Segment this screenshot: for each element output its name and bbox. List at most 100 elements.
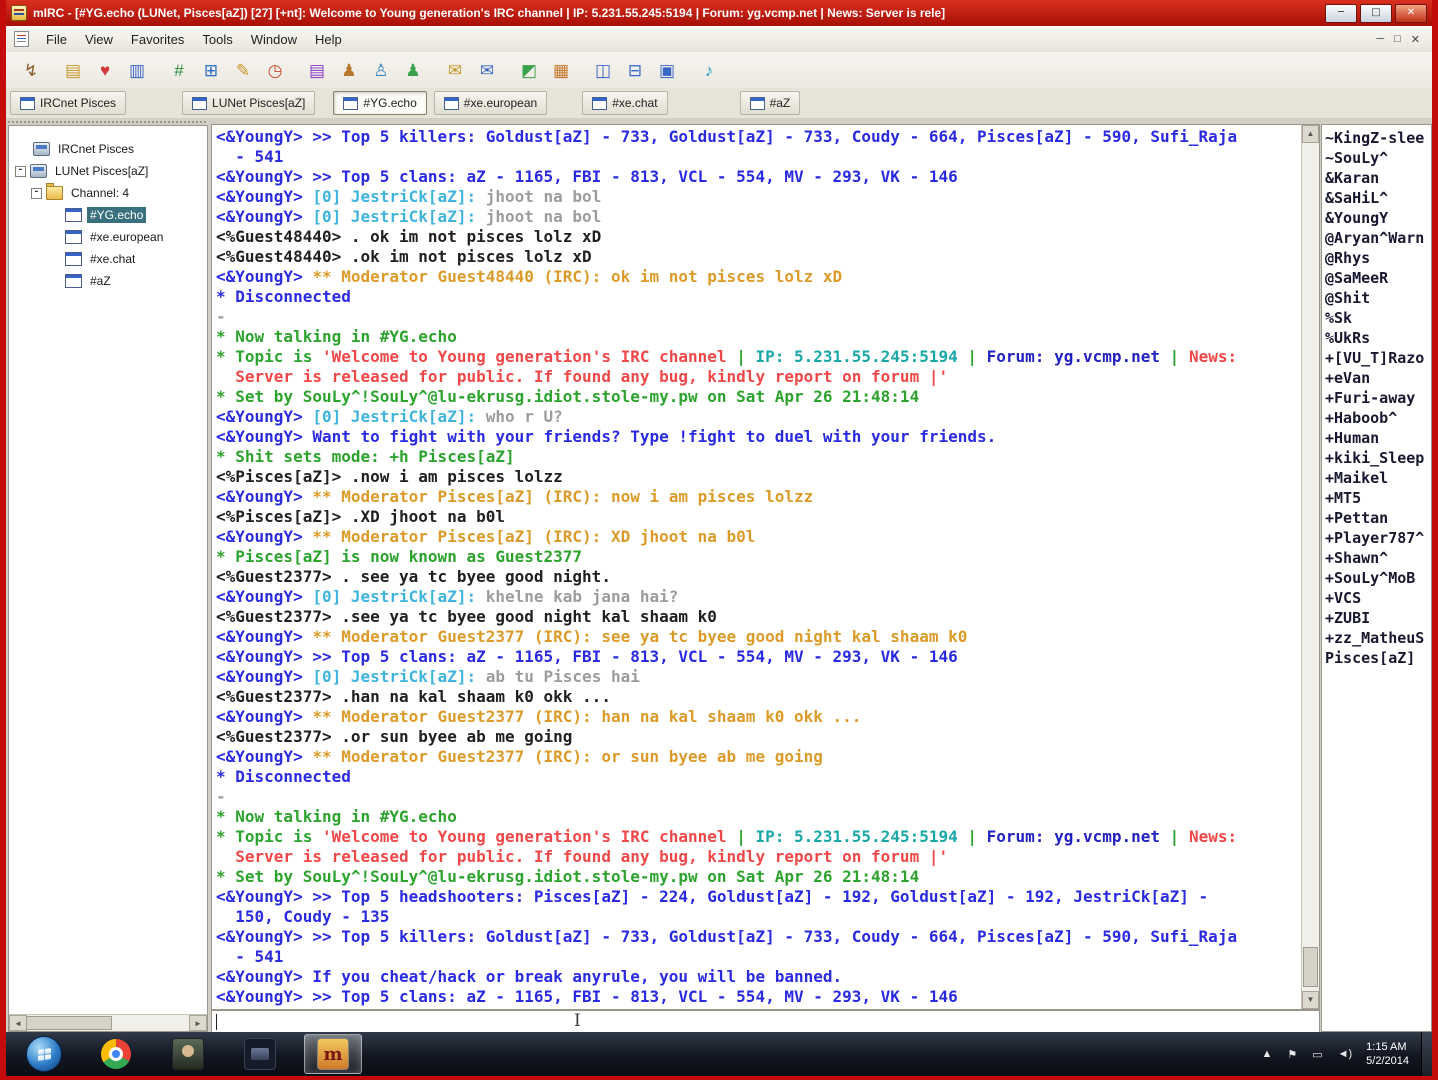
volume-icon[interactable]: ◄) [1338, 1048, 1353, 1060]
chat-log[interactable]: <&YoungY> >> Top 5 killers: Goldust[aZ] … [216, 127, 1299, 1009]
stack-windows-icon[interactable]: ⊟ [622, 57, 648, 83]
scroll-down-button[interactable]: ▼ [1302, 991, 1319, 1009]
dcc-get-icon[interactable]: ✉ [474, 57, 500, 83]
show-desktop-button[interactable] [1421, 1032, 1432, 1076]
scroll-thumb[interactable] [26, 1016, 112, 1030]
chrome-taskbar-button[interactable] [88, 1035, 144, 1073]
mdi-minimize-button[interactable]: ─ [1376, 33, 1384, 46]
mirc-taskbar-button[interactable]: m [304, 1034, 362, 1074]
nicklist-item[interactable]: +Maikel [1325, 468, 1431, 488]
nicklist-item[interactable]: @SaMeeR [1325, 268, 1431, 288]
tree-item-xe-chat[interactable]: #xe.chat [9, 248, 207, 270]
menu-file[interactable]: File [37, 28, 76, 51]
menu-view[interactable]: View [76, 28, 122, 51]
connect-icon[interactable]: ↯ [18, 57, 44, 83]
tray-expand-button[interactable]: ▲ [1261, 1048, 1272, 1060]
close-button[interactable]: ✕ [1395, 3, 1427, 23]
scroll-up-button[interactable]: ▲ [1302, 125, 1319, 143]
tab-xe-european[interactable]: #xe.european [433, 91, 548, 115]
nicklist-item[interactable]: %Sk [1325, 308, 1431, 328]
network-icon[interactable]: ▭ [1312, 1048, 1322, 1061]
tile-windows-icon[interactable]: ◫ [590, 57, 616, 83]
channels-list-icon[interactable]: # [166, 57, 192, 83]
channel-window-icon [192, 96, 208, 110]
tree-item-xe-european[interactable]: #xe.european [9, 226, 207, 248]
scroll-left-button[interactable]: ◄ [9, 1015, 27, 1031]
nicklist-item[interactable]: +MT5 [1325, 488, 1431, 508]
address-book-icon[interactable]: ▤ [304, 57, 330, 83]
tree-item-ircnet-pisces[interactable]: IRCnet Pisces [9, 138, 207, 160]
taskbar-clock[interactable]: 1:15 AM 5/2/2014 [1366, 1040, 1409, 1068]
tree-expander-icon[interactable]: - [15, 165, 26, 177]
chat-line: <&YoungY> >> Top 5 killers: Goldust[aZ] … [216, 127, 1299, 147]
menu-favorites[interactable]: Favorites [122, 28, 193, 51]
nicklist-item[interactable]: &Karan [1325, 168, 1431, 188]
scripts-editor-icon[interactable]: ✎ [230, 57, 256, 83]
restore-button[interactable]: □ [1360, 3, 1392, 23]
timer-icon[interactable]: ◷ [262, 57, 288, 83]
notify-list-icon[interactable]: ♟ [400, 57, 426, 83]
sounds-icon[interactable]: ♪ [696, 57, 722, 83]
tab-lunet-pisces-az[interactable]: LUNet Pisces[aZ] [182, 91, 316, 115]
chat-scrollbar[interactable]: ▲ ▼ [1301, 125, 1319, 1009]
users-icon[interactable]: ♟ [336, 57, 362, 83]
nicklist-item[interactable]: +zz_MatheuS [1325, 628, 1431, 648]
nicklist-item[interactable]: ~SouLy^ [1325, 148, 1431, 168]
tree-expander-icon[interactable]: - [31, 187, 42, 199]
tree-item-az[interactable]: #aZ [9, 270, 207, 292]
scroll-right-button[interactable]: ► [189, 1015, 207, 1031]
mdi-restore-button[interactable]: □ [1394, 33, 1401, 46]
nicklist-item[interactable]: +Haboob^ [1325, 408, 1431, 428]
nicklist-item[interactable]: Pisces[aZ] [1325, 648, 1431, 668]
start-button[interactable] [16, 1035, 72, 1073]
nicklist-item[interactable]: +[VU_T]Razo [1325, 348, 1431, 368]
minimize-button[interactable]: ─ [1325, 3, 1357, 23]
scroll-thumb[interactable] [1303, 947, 1318, 987]
mdi-child-icon[interactable] [14, 31, 29, 47]
nicklist-item[interactable]: +Furi-away [1325, 388, 1431, 408]
message-input[interactable]: I [211, 1010, 1320, 1034]
nicklist-item[interactable]: @Aryan^Warn [1325, 228, 1431, 248]
tree-item-channel-4[interactable]: - Channel: 4 [9, 182, 207, 204]
colors-icon[interactable]: ◩ [516, 57, 542, 83]
tree-item-lunet-pisces-az[interactable]: - LUNet Pisces[aZ] [9, 160, 207, 182]
nicklist-item[interactable]: @Rhys [1325, 248, 1431, 268]
tree-item-yg-echo[interactable]: #YG.echo [9, 204, 207, 226]
nicklist-item[interactable]: +VCS [1325, 588, 1431, 608]
nicklist-item[interactable]: +Shawn^ [1325, 548, 1431, 568]
nicklist-item[interactable]: +SouLy^MoB [1325, 568, 1431, 588]
font-icon[interactable]: ▦ [548, 57, 574, 83]
nicklist-item[interactable]: %UkRs [1325, 328, 1431, 348]
photos-taskbar-button[interactable] [160, 1035, 216, 1073]
tab-az[interactable]: #aZ [739, 91, 801, 115]
dcc-send-icon[interactable]: ✉ [442, 57, 468, 83]
favorites-icon[interactable]: ♥ [92, 57, 118, 83]
monitor-icon[interactable]: ⊞ [198, 57, 224, 83]
clipboard-icon[interactable]: ▥ [124, 57, 150, 83]
nicklist-item[interactable]: +kiki_Sleep [1325, 448, 1431, 468]
tab-yg-echo[interactable]: #YG.echo [333, 91, 427, 115]
nicklist-item[interactable]: +Pettan [1325, 508, 1431, 528]
menu-window[interactable]: Window [242, 28, 306, 51]
mdi-close-button[interactable]: ✕ [1411, 33, 1420, 46]
tab-xe-chat[interactable]: #xe.chat [582, 91, 668, 115]
tab-ircnet-pisces[interactable]: IRCnet Pisces [10, 91, 127, 115]
options-folder-icon[interactable]: ▤ [60, 57, 86, 83]
dark-app-taskbar-button[interactable] [232, 1035, 288, 1073]
user-add-icon[interactable]: ♙ [368, 57, 394, 83]
nicklist-item[interactable]: &YoungY [1325, 208, 1431, 228]
cascade-windows-icon[interactable]: ▣ [654, 57, 680, 83]
chat-text-segment: [0] JestriCk[aZ]: [312, 207, 477, 226]
action-center-icon[interactable]: ⚑ [1287, 1048, 1297, 1061]
treebar-grip[interactable] [8, 121, 206, 123]
tree-horizontal-scrollbar[interactable]: ◄ ► [9, 1014, 207, 1031]
nicklist-item[interactable]: +ZUBI [1325, 608, 1431, 628]
nicklist-item[interactable]: +Player787^ [1325, 528, 1431, 548]
nicklist-item[interactable]: @Shit [1325, 288, 1431, 308]
nicklist-item[interactable]: +Human [1325, 428, 1431, 448]
nicklist-item[interactable]: &SaHiL^ [1325, 188, 1431, 208]
menu-tools[interactable]: Tools [193, 28, 241, 51]
nicklist-item[interactable]: ~KingZ-slee [1325, 128, 1431, 148]
nicklist-item[interactable]: +eVan [1325, 368, 1431, 388]
menu-help[interactable]: Help [306, 28, 351, 51]
